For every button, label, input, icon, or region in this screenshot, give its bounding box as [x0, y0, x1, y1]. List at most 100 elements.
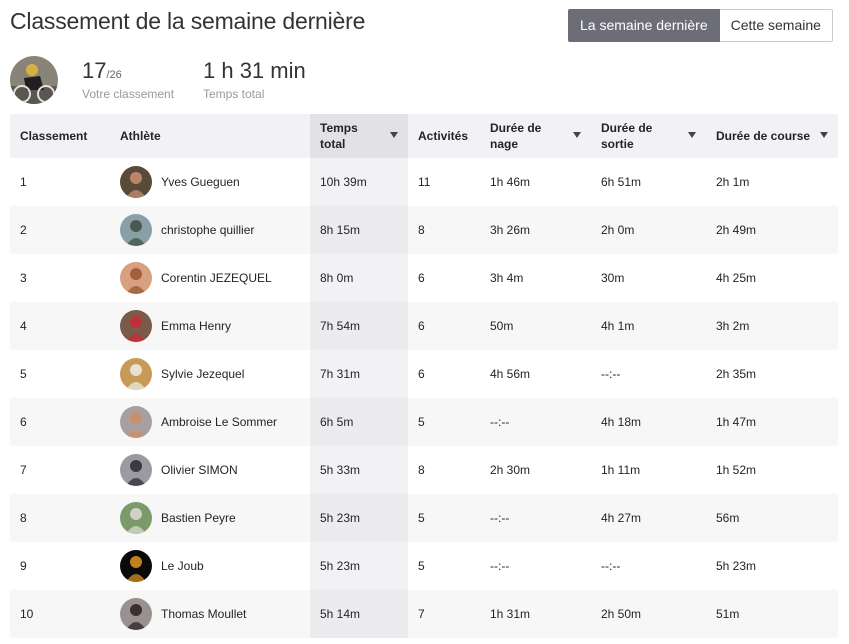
swim-time-cell: --:-- [490, 511, 510, 525]
table-row: 9 Le Joub 5h 23m 5 --:-- --:-- 5h 23m [10, 542, 838, 590]
rank-cell: 2 [20, 223, 27, 237]
activities-cell: 6 [418, 367, 425, 381]
athlete-cell: Olivier SIMON [110, 446, 310, 494]
table-row: 10 Thomas Moullet 5h 14m 7 1h 31m 2h 50m 51m [10, 590, 838, 638]
ride-time-cell: --:-- [601, 367, 621, 381]
athlete-name-link[interactable]: Corentin JEZEQUEL [161, 271, 272, 285]
table-row: 8 Bastien Peyre 5h 23m 5 --:-- 4h 27m 56m [10, 494, 838, 542]
avatar[interactable] [120, 598, 152, 630]
rank-cell: 9 [20, 559, 27, 573]
ride-time-cell: 4h 1m [601, 319, 635, 333]
run-time-cell: 1h 47m [716, 415, 757, 429]
avatar[interactable] [120, 358, 152, 390]
last-week-button[interactable]: La semaine dernière [568, 9, 720, 42]
rank-cell: 7 [20, 463, 27, 477]
table-header: Classement Athlète Temps total Activités… [10, 114, 838, 158]
activities-cell: 7 [418, 607, 425, 621]
run-time-cell: 4h 25m [716, 271, 757, 285]
ride-time-cell: 2h 0m [601, 223, 635, 237]
avatar[interactable] [10, 56, 58, 104]
athlete-name-link[interactable]: Emma Henry [161, 319, 231, 333]
col-rank: Classement [20, 129, 88, 143]
page-title: Classement de la semaine dernière [10, 8, 366, 34]
athlete-name-link[interactable]: Le Joub [161, 559, 204, 573]
table-row: 5 Sylvie Jezequel 7h 31m 6 4h 56m --:-- 2h 35m [10, 350, 838, 398]
swim-time-cell: --:-- [490, 415, 510, 429]
athlete-name-link[interactable]: Thomas Moullet [161, 607, 246, 621]
rank-cell: 1 [20, 175, 27, 189]
avatar[interactable] [120, 406, 152, 438]
this-week-button[interactable]: Cette semaine [719, 9, 833, 42]
athlete-cell: Ambroise Le Sommer [110, 398, 310, 446]
table-row: 3 Corentin JEZEQUEL 8h 0m 6 3h 4m 30m 4h 25m [10, 254, 838, 302]
table-row: 4 Emma Henry 7h 54m 6 50m 4h 1m 3h 2m [10, 302, 838, 350]
athlete-cell: Sylvie Jezequel [110, 350, 310, 398]
col-swim-time[interactable]: Durée de nage [480, 114, 591, 158]
athlete-name-link[interactable]: Yves Gueguen [161, 175, 240, 189]
ride-time-cell: 1h 11m [601, 463, 641, 477]
avatar[interactable] [120, 502, 152, 534]
total-time-cell: 6h 5m [310, 398, 408, 446]
total-time-cell: 7h 54m [310, 302, 408, 350]
sort-desc-icon [820, 132, 828, 138]
col-run-time[interactable]: Durée de course [706, 114, 838, 158]
activities-cell: 8 [418, 463, 425, 477]
athlete-name-link[interactable]: christophe quillier [161, 223, 254, 237]
swim-time-cell: 2h 30m [490, 463, 531, 477]
rank-cell: 8 [20, 511, 27, 525]
run-time-cell: 2h 1m [716, 175, 750, 189]
rank-cell: 3 [20, 271, 27, 285]
avatar[interactable] [120, 310, 152, 342]
avatar[interactable] [120, 550, 152, 582]
activities-cell: 8 [418, 223, 425, 237]
ride-time-cell: 6h 51m [601, 175, 642, 189]
rank-total: /26 [106, 69, 122, 81]
athlete-name-link[interactable]: Ambroise Le Sommer [161, 415, 277, 429]
athlete-cell: Le Joub [110, 542, 310, 590]
rank-label: Votre classement [82, 87, 175, 101]
table-row: 1 Yves Gueguen 10h 39m 11 1h 46m 6h 51m 2h 1m [10, 158, 838, 206]
total-time-cell: 5h 23m [310, 494, 408, 542]
athlete-cell: Yves Gueguen [110, 158, 310, 206]
ride-time-cell: 30m [601, 271, 625, 285]
avatar[interactable] [120, 262, 152, 294]
col-ride-time[interactable]: Durée de sortie [591, 114, 706, 158]
avatar[interactable] [120, 454, 152, 486]
total-time-stat: 1 h 31 min Temps total [203, 58, 306, 101]
sort-desc-icon [573, 132, 581, 138]
sort-desc-icon [390, 132, 398, 138]
athlete-name-link[interactable]: Olivier SIMON [161, 463, 238, 477]
rank-stat: 17/26 Votre classement [82, 58, 174, 101]
swim-time-cell: 4h 56m [490, 367, 531, 381]
ride-time-cell: 4h 18m [601, 415, 642, 429]
total-time-cell: 5h 23m [310, 542, 408, 590]
activities-cell: 6 [418, 319, 425, 333]
total-time-cell: 10h 39m [310, 158, 408, 206]
activities-cell: 5 [418, 559, 425, 573]
avatar[interactable] [120, 166, 152, 198]
run-time-cell: 2h 35m [716, 367, 757, 381]
ride-time-cell: --:-- [601, 559, 621, 573]
table-row: 2 christophe quillier 8h 15m 8 3h 26m 2h 0m 2h… [10, 206, 838, 254]
swim-time-cell: --:-- [490, 559, 510, 573]
athlete-cell: Corentin JEZEQUEL [110, 254, 310, 302]
run-time-cell: 3h 2m [716, 319, 750, 333]
col-total-time[interactable]: Temps total [310, 114, 408, 158]
avatar[interactable] [120, 214, 152, 246]
col-activities: Activités [418, 129, 469, 143]
total-time-cell: 5h 33m [310, 446, 408, 494]
total-time-cell: 8h 0m [310, 254, 408, 302]
swim-time-cell: 3h 4m [490, 271, 524, 285]
rank-cell: 5 [20, 367, 27, 381]
week-toggle: La semaine dernière Cette semaine [568, 9, 833, 42]
rank-value: 17 [82, 58, 107, 83]
ride-time-cell: 4h 27m [601, 511, 642, 525]
activities-cell: 5 [418, 511, 425, 525]
col-athlete: Athlète [120, 129, 161, 143]
rank-cell: 6 [20, 415, 27, 429]
run-time-cell: 51m [716, 607, 740, 621]
total-time-cell: 7h 31m [310, 350, 408, 398]
athlete-name-link[interactable]: Bastien Peyre [161, 511, 236, 525]
athlete-cell: christophe quillier [110, 206, 310, 254]
athlete-name-link[interactable]: Sylvie Jezequel [161, 367, 244, 381]
